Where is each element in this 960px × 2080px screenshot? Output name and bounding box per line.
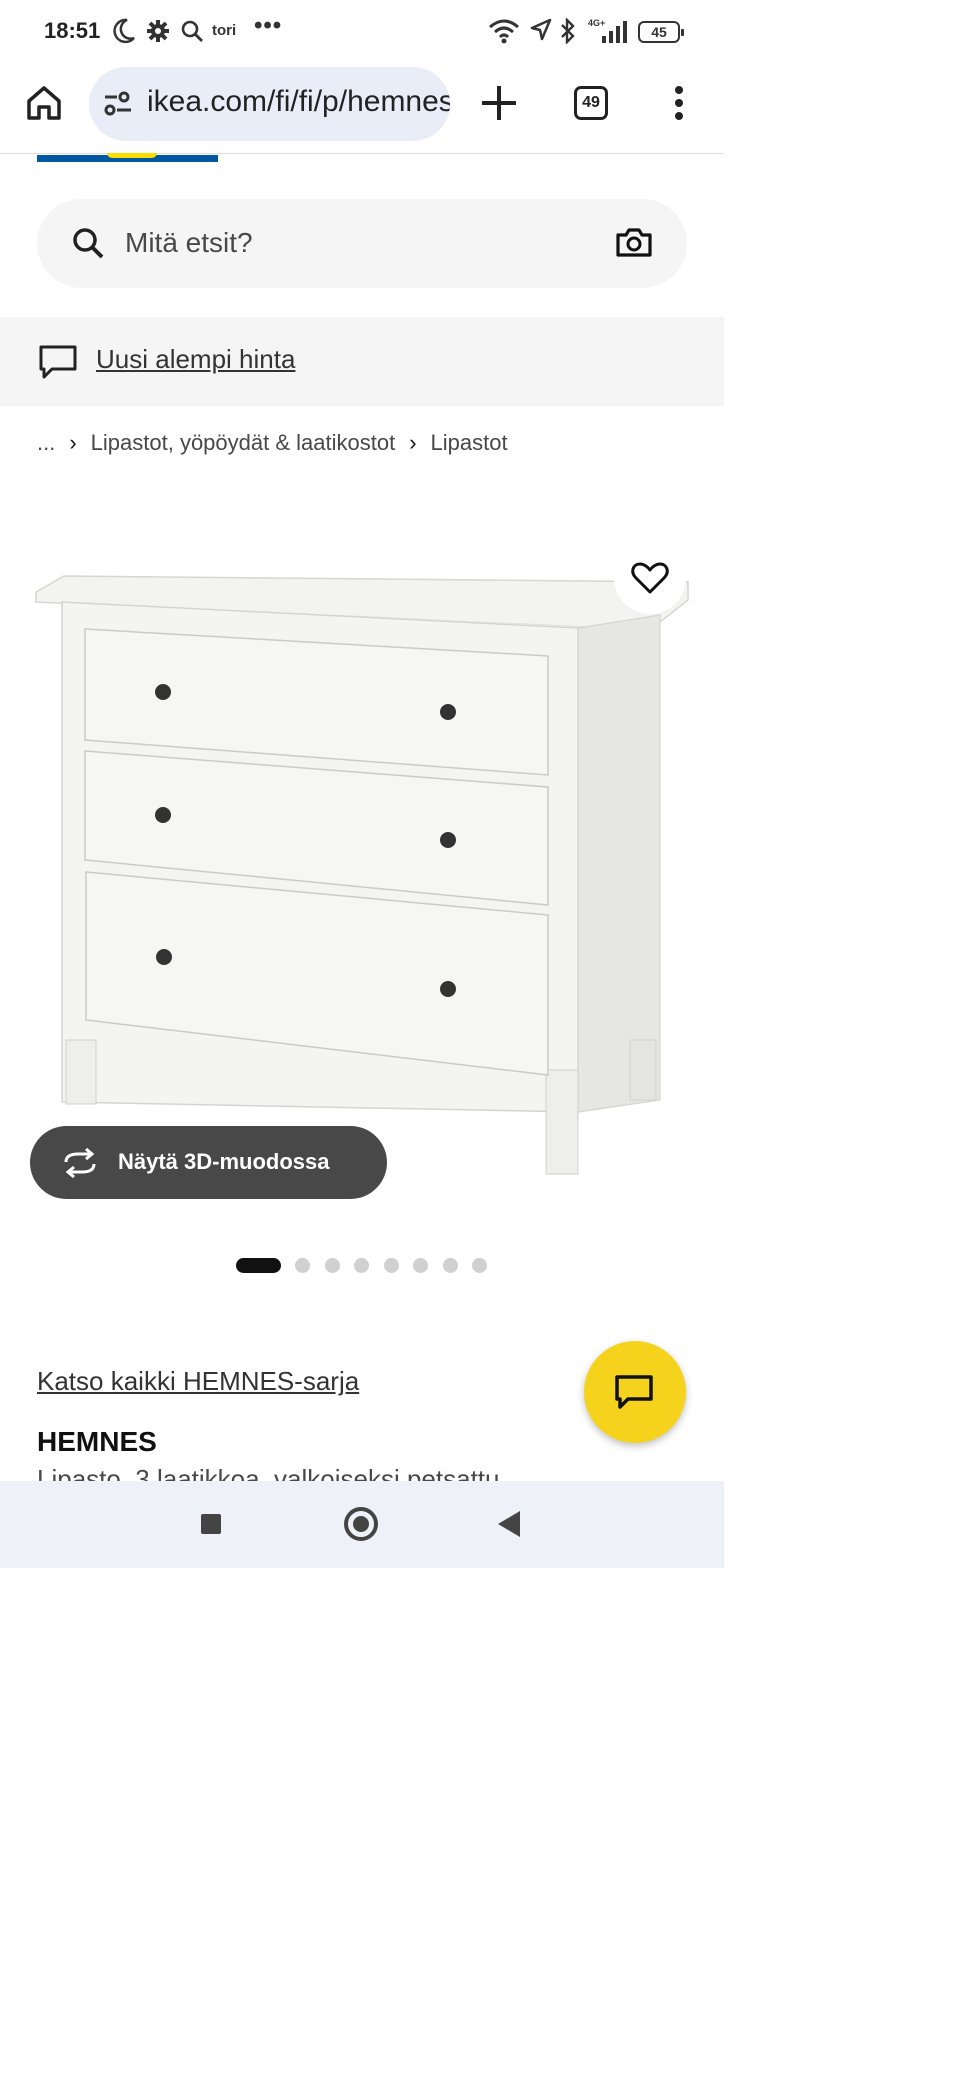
carousel-dot-5[interactable] bbox=[384, 1258, 399, 1273]
carousel-dot-6[interactable] bbox=[413, 1258, 428, 1273]
breadcrumb: ... › Lipastot, yöpöydät & laatikostot › Lip… bbox=[37, 430, 508, 456]
recent-apps-button[interactable] bbox=[201, 1514, 221, 1534]
status-bar: 18:51 tori ••• 4G+ 45 bbox=[0, 0, 724, 62]
tori-app-label: tori bbox=[212, 22, 237, 39]
chat-bubble-icon bbox=[615, 1375, 653, 1409]
browser-toolbar: ikea.com/fi/fi/p/hemnes 49 bbox=[0, 62, 724, 154]
search-status-icon bbox=[181, 20, 203, 42]
overflow-menu-icon[interactable] bbox=[668, 84, 690, 122]
system-navigation-bar bbox=[0, 1481, 724, 1568]
series-link[interactable]: Katso kaikki HEMNES-sarja bbox=[37, 1366, 359, 1397]
carousel-dot-2[interactable] bbox=[295, 1258, 310, 1273]
view-in-3d-label[interactable]: Näytä 3D-muodossa bbox=[118, 1149, 330, 1175]
breadcrumb-item-dressers[interactable]: Lipastot, yöpöydät & laatikostot bbox=[91, 430, 396, 456]
chevron-right-icon: › bbox=[69, 430, 77, 455]
chat-button[interactable] bbox=[584, 1341, 686, 1443]
product-name: HEMNES bbox=[37, 1426, 157, 1457]
battery-indicator: 45 bbox=[638, 21, 684, 43]
rotate-3d-icon bbox=[64, 1148, 96, 1178]
new-lower-price-link[interactable]: Uusi alempi hinta bbox=[96, 344, 295, 375]
breadcrumb-ellipsis[interactable]: ... bbox=[37, 430, 55, 456]
more-notifications: ••• bbox=[254, 12, 283, 39]
moon-icon bbox=[113, 18, 135, 44]
promo-banner: Uusi alempi hinta bbox=[0, 317, 724, 406]
breadcrumb-item-chests[interactable]: Lipastot bbox=[431, 430, 508, 456]
ikea-logo[interactable] bbox=[37, 153, 218, 162]
chevron-right-icon: › bbox=[409, 430, 417, 455]
settings-gear-icon bbox=[147, 20, 169, 42]
speech-bubble-icon bbox=[39, 345, 77, 379]
carousel-dot-1[interactable] bbox=[236, 1258, 281, 1273]
carousel-dot-7[interactable] bbox=[443, 1258, 458, 1273]
carousel-dot-3[interactable] bbox=[325, 1258, 340, 1273]
address-bar[interactable]: ikea.com/fi/fi/p/hemnes bbox=[89, 67, 450, 141]
bluetooth-icon bbox=[561, 18, 575, 44]
search-placeholder[interactable]: Mitä etsit? bbox=[125, 227, 253, 259]
location-arrow-icon bbox=[530, 18, 552, 41]
heart-icon bbox=[631, 562, 669, 594]
search-icon bbox=[73, 228, 104, 259]
home-icon[interactable] bbox=[24, 82, 64, 122]
signal-icon bbox=[602, 21, 627, 43]
carousel-dot-8[interactable] bbox=[472, 1258, 487, 1273]
status-time: 18:51 bbox=[44, 18, 101, 43]
add-to-favourites-button[interactable] bbox=[614, 542, 686, 614]
back-button[interactable] bbox=[498, 1511, 520, 1537]
new-tab-plus-icon[interactable] bbox=[478, 82, 520, 124]
home-button[interactable] bbox=[344, 1507, 378, 1541]
search-input[interactable]: Mitä etsit? bbox=[37, 199, 687, 288]
view-in-3d-button[interactable]: Näytä 3D-muodossa bbox=[30, 1126, 387, 1199]
carousel-dot-4[interactable] bbox=[354, 1258, 369, 1273]
url-text[interactable]: ikea.com/fi/fi/p/hemnes bbox=[147, 85, 450, 119]
tab-switcher-button[interactable]: 49 bbox=[574, 86, 608, 120]
site-settings-icon[interactable] bbox=[103, 91, 133, 117]
camera-search-icon[interactable] bbox=[615, 225, 653, 259]
wifi-icon bbox=[489, 19, 519, 44]
